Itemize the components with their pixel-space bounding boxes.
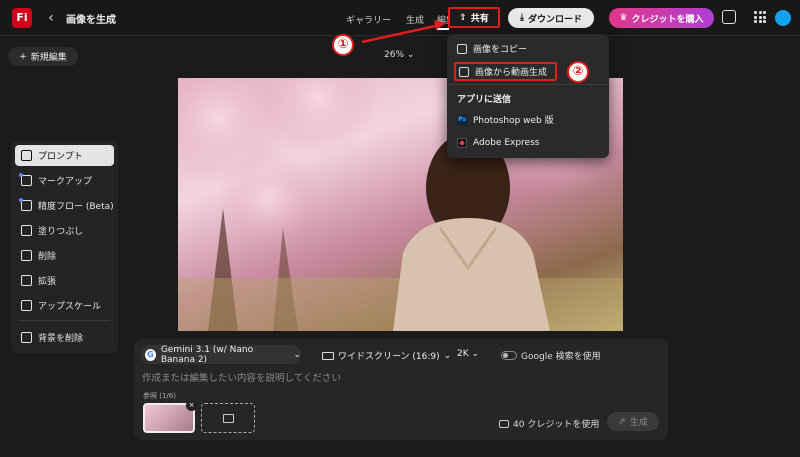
menu-label: Adobe Express (473, 138, 540, 148)
precision-flow-icon (19, 198, 32, 211)
crown-icon: ♛ (619, 13, 628, 23)
menu-label: 画像をコピー (473, 45, 528, 55)
aspect-ratio-icon (322, 351, 334, 360)
tool-label: 拡張 (38, 277, 57, 287)
reference-label: 参照 (1/6) (143, 392, 176, 400)
download-label: ダウンロード (527, 14, 582, 25)
firefly-logo: Fi (12, 8, 32, 28)
tool-upscale[interactable]: アップスケール (15, 295, 114, 316)
tool-label: 削除 (38, 252, 57, 262)
model-selector[interactable]: G Gemini 3.1 (w/ Nano Banana 2) ⌄ (140, 344, 301, 365)
credits-icon (499, 419, 509, 428)
tool-remove[interactable]: 削除 (15, 245, 114, 266)
tool-prompt[interactable]: プロンプト (15, 145, 114, 166)
share-menu: 画像をコピー 画像から動画生成 アプリに送信 Ps Photoshop web … (447, 34, 609, 158)
page-title: 画像を生成 (66, 15, 116, 26)
menu-label: 画像から動画生成 (475, 68, 548, 78)
tool-label: 精度フロー (Beta) (38, 202, 114, 212)
top-bar: Fi ‹ 画像を生成 ギャラリー 生成 編集 ⇧ 共有 ⤓ ダウンロード ♛ ク… (0, 0, 800, 36)
credits-label: 40 クレジットを使用 (513, 420, 600, 430)
tool-fill[interactable]: 塗りつぶし (15, 220, 114, 241)
prompt-panel: G Gemini 3.1 (w/ Nano Banana 2) ⌄ ワイドスクリ… (134, 339, 668, 440)
chevron-down-icon: ⌄ (443, 350, 452, 361)
generate-icon: ⇗ (618, 416, 626, 427)
share-button[interactable]: ⇧ 共有 (448, 7, 500, 28)
menu-label: Photoshop web 版 (473, 116, 554, 126)
google-search-label: Google 検索を使用 (521, 352, 601, 362)
menu-image-to-video[interactable]: 画像から動画生成 (454, 62, 557, 81)
remove-icon (21, 250, 32, 261)
google-search-toggle[interactable]: Google 検索を使用 (501, 349, 601, 362)
plus-icon: + (19, 51, 27, 62)
annotation-number-2: ② (567, 61, 589, 83)
google-icon: G (145, 348, 156, 361)
annotation-number-1: ① (332, 34, 354, 56)
divider (447, 84, 609, 85)
new-edit-button[interactable]: + 新規編集 (8, 47, 78, 66)
markup-icon (19, 173, 32, 186)
zoom-dropdown[interactable]: 26% ⌄ (384, 50, 414, 60)
tool-label: マークアップ (38, 177, 93, 187)
reference-thumbnail[interactable]: × (143, 400, 197, 433)
fill-icon (21, 225, 32, 236)
menu-adobe-express[interactable]: Adobe Express (457, 138, 539, 148)
aspect-ratio-selector[interactable]: ワイドスクリーン (16:9) ⌄ (322, 349, 451, 362)
chevron-down-icon: ⌄ (406, 50, 415, 60)
remove-background-icon (21, 332, 32, 343)
generate-button[interactable]: ⇗ 生成 (607, 412, 659, 431)
prompt-icon (21, 150, 32, 161)
nav-generate[interactable]: 生成 (406, 13, 424, 26)
buy-credits-button[interactable]: ♛ クレジットを購入 (609, 8, 714, 28)
tool-label: 背景を削除 (38, 334, 84, 344)
download-button[interactable]: ⤓ ダウンロード (508, 8, 594, 28)
apps-grid-icon[interactable] (754, 11, 766, 23)
tool-expand[interactable]: 拡張 (15, 270, 114, 291)
tool-label: 塗りつぶし (38, 227, 84, 237)
expand-icon (21, 275, 32, 286)
avatar[interactable] (775, 10, 791, 26)
aspect-label: ワイドスクリーン (16:9) (338, 352, 440, 362)
image-icon (222, 413, 234, 423)
new-edit-label: 新規編集 (30, 53, 67, 63)
back-arrow-icon[interactable]: ‹ (44, 9, 58, 27)
tool-panel: プロンプト マークアップ 精度フロー (Beta) 塗りつぶし 削除 拡張 アッ… (11, 141, 118, 353)
close-icon[interactable]: × (186, 400, 197, 411)
toggle-switch[interactable] (501, 351, 517, 360)
chevron-down-icon: ⌄ (471, 349, 480, 359)
menu-heading: アプリに送信 (457, 95, 512, 105)
video-icon (459, 66, 469, 77)
buy-credits-label: クレジットを購入 (631, 14, 704, 25)
credit-usage: 40 クレジットを使用 (499, 417, 599, 430)
resolution-selector[interactable]: 2K ⌄ (457, 349, 479, 359)
nav-gallery[interactable]: ギャラリー (346, 13, 391, 26)
zoom-value: 26% (384, 50, 405, 60)
generate-label: 生成 (629, 418, 648, 428)
tool-precision-flow[interactable]: 精度フロー (Beta) (15, 195, 114, 216)
tool-label: プロンプト (38, 152, 83, 162)
prompt-input[interactable] (142, 371, 658, 385)
resolution-label: 2K (457, 349, 469, 359)
photoshop-icon: Ps (457, 114, 467, 125)
share-label: 共有 (470, 14, 489, 24)
model-label: Gemini 3.1 (w/ Nano Banana 2) (160, 344, 254, 365)
tool-remove-background[interactable]: 背景を削除 (15, 327, 114, 348)
menu-photoshop[interactable]: Ps Photoshop web 版 (457, 113, 554, 126)
download-icon: ⤓ (520, 13, 524, 23)
share-icon: ⇧ (459, 12, 467, 23)
feedback-icon[interactable] (722, 10, 736, 24)
chevron-down-icon: ⌄ (293, 349, 301, 360)
adobe-express-icon (457, 138, 467, 148)
upscale-icon (21, 300, 32, 311)
menu-copy-image[interactable]: 画像をコピー (457, 42, 527, 55)
copy-icon (457, 43, 467, 54)
tool-label: アップスケール (38, 302, 102, 312)
tool-markup[interactable]: マークアップ (15, 170, 114, 191)
add-reference-button[interactable] (201, 403, 255, 433)
divider (19, 320, 110, 321)
